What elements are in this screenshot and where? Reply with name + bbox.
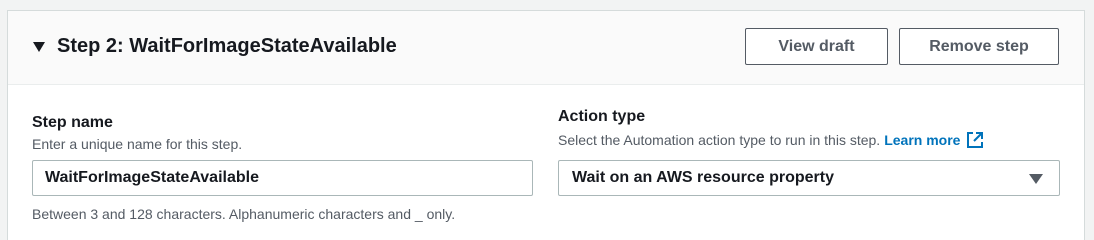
step-name-input[interactable] [32,160,533,196]
step-name-label: Step name [32,114,113,131]
step-header: Step 2: WaitForImageStateAvailable View … [8,11,1084,85]
step-panel: Step 2: WaitForImageStateAvailable View … [7,10,1085,240]
action-type-description-row: Select the Automation action type to run… [558,131,984,149]
action-type-description: Select the Automation action type to run… [558,132,881,148]
caret-down-icon[interactable] [33,42,45,52]
external-link-icon[interactable] [966,131,984,149]
step-title[interactable]: Step 2: WaitForImageStateAvailable [57,33,397,59]
action-type-selected-value: Wait on an AWS resource property [572,169,834,186]
view-draft-button[interactable]: View draft [745,28,888,65]
remove-step-button[interactable]: Remove step [899,28,1059,65]
learn-more-link[interactable]: Learn more [884,131,984,149]
action-type-select[interactable]: Wait on an AWS resource property [558,160,1060,196]
learn-more-label[interactable]: Learn more [884,131,960,149]
step-name-description: Enter a unique name for this step. [32,136,243,152]
step-name-constraint: Between 3 and 128 characters. Alphanumer… [32,206,456,222]
dropdown-caret-icon[interactable] [1029,174,1043,184]
action-type-label: Action type [558,108,646,125]
